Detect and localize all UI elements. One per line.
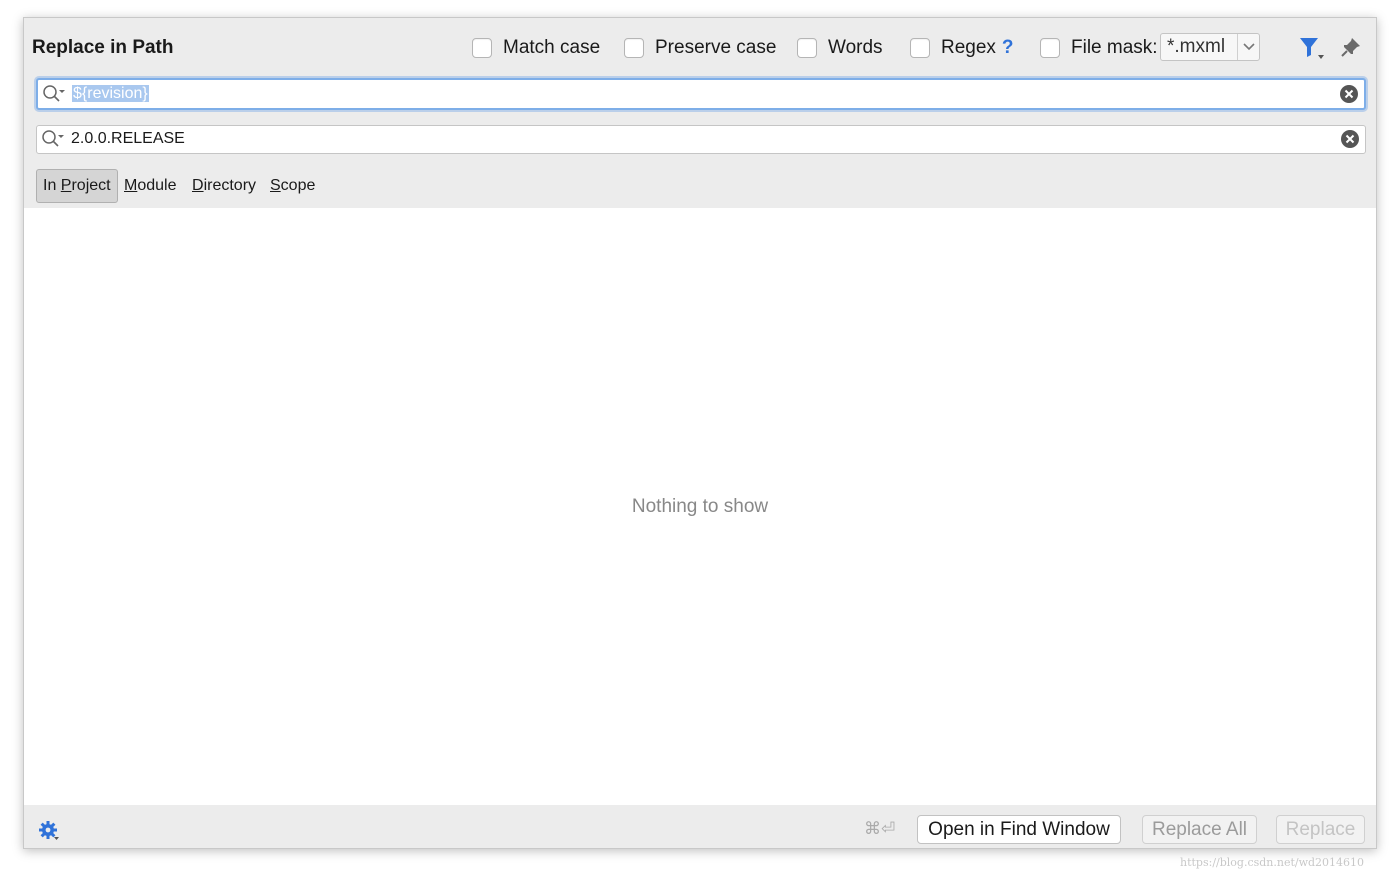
- regex-checkbox[interactable]: [910, 38, 930, 58]
- match-case-label: Match case: [503, 37, 601, 58]
- search-icon[interactable]: [41, 129, 65, 149]
- clear-icon[interactable]: [1339, 84, 1359, 104]
- dialog-title: Replace in Path: [32, 37, 174, 58]
- tab-scope[interactable]: Scope: [263, 169, 322, 203]
- tab-in-project[interactable]: In Project: [36, 169, 118, 203]
- replace-button[interactable]: Replace: [1276, 815, 1365, 844]
- regex-label: Regex: [941, 37, 996, 58]
- open-in-find-window-button[interactable]: Open in Find Window: [917, 815, 1121, 844]
- search-icon[interactable]: [42, 84, 66, 104]
- find-input[interactable]: ${revision}: [36, 78, 1366, 110]
- replace-input[interactable]: 2.0.0.RELEASE: [36, 125, 1366, 154]
- find-input-value[interactable]: ${revision}: [72, 84, 149, 104]
- replace-all-button[interactable]: Replace All: [1142, 815, 1257, 844]
- words-checkbox[interactable]: [797, 38, 817, 58]
- keyboard-shortcut-hint: ⌘⏎: [864, 819, 896, 838]
- empty-results-message: Nothing to show: [631, 496, 769, 517]
- preserve-case-label: Preserve case: [655, 37, 777, 58]
- preserve-case-option[interactable]: Preserve case: [624, 37, 776, 59]
- replace-input-value[interactable]: 2.0.0.RELEASE: [71, 129, 185, 149]
- match-case-option[interactable]: Match case: [472, 37, 600, 59]
- replace-in-path-dialog: Replace in Path Match case Preserve case…: [23, 17, 1377, 849]
- tab-directory[interactable]: Directory: [185, 169, 263, 203]
- gear-icon[interactable]: [38, 820, 60, 842]
- chevron-down-icon[interactable]: [1237, 34, 1259, 60]
- words-label: Words: [828, 37, 883, 58]
- file-mask-label: File mask:: [1071, 37, 1158, 58]
- words-option[interactable]: Words: [797, 37, 883, 59]
- match-case-checkbox[interactable]: [472, 38, 492, 58]
- regex-option[interactable]: Regex ?: [910, 37, 1014, 59]
- results-panel: Nothing to show: [24, 208, 1376, 805]
- regex-help-link[interactable]: ?: [1002, 37, 1014, 59]
- filter-icon[interactable]: [1298, 35, 1326, 61]
- pin-icon[interactable]: [1340, 36, 1362, 58]
- file-mask-value: *.mxml: [1167, 36, 1226, 57]
- file-mask-checkbox[interactable]: [1040, 38, 1060, 58]
- watermark-text: https://blog.csdn.net/wd2014610: [1180, 856, 1365, 869]
- preserve-case-checkbox[interactable]: [624, 38, 644, 58]
- file-mask-combobox[interactable]: *.mxml: [1160, 33, 1260, 61]
- tab-module[interactable]: Module: [117, 169, 183, 203]
- clear-icon[interactable]: [1340, 129, 1360, 149]
- file-mask-option[interactable]: File mask:: [1040, 37, 1158, 59]
